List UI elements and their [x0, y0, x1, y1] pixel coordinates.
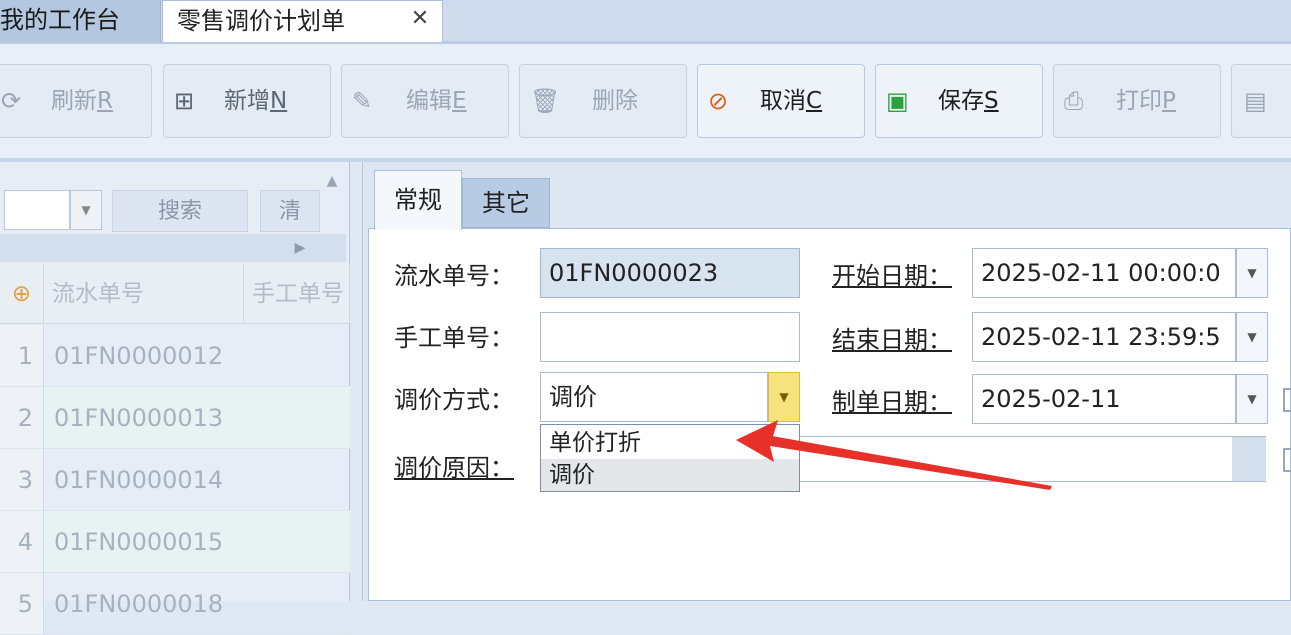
lock-icon: ⊕: [11, 281, 32, 307]
side-button-icon[interactable]: [1283, 388, 1291, 412]
add-icon: ⊞: [174, 87, 195, 115]
row-number: 3: [0, 449, 44, 511]
print-button[interactable]: ⎙ 打印P: [1053, 64, 1221, 138]
edit-label: 编辑: [406, 88, 452, 114]
adjust-reason-label[interactable]: 调价原因：: [394, 448, 514, 488]
start-date-field[interactable]: 2025-02-11 00:00:0: [972, 248, 1236, 298]
start-date-label[interactable]: 开始日期：: [832, 256, 952, 296]
save-label: 保存: [938, 88, 984, 114]
add-hotkey: N: [270, 88, 288, 114]
scroll-up-icon[interactable]: ▲: [318, 166, 346, 196]
save-button[interactable]: ▣ 保存S: [875, 64, 1043, 138]
tab-retail-price-plan-label: 零售调价计划单: [177, 7, 345, 35]
table-row[interactable]: 01FN0000014: [44, 449, 350, 511]
filter-select[interactable]: [4, 190, 70, 230]
manual-number-label: 手工单号：: [394, 324, 514, 352]
clear-button[interactable]: 清: [260, 190, 320, 232]
edit-button[interactable]: ✎ 编辑E: [341, 64, 509, 138]
cancel-button[interactable]: ⊘ 取消C: [697, 64, 865, 138]
adjust-method-label: 调价方式：: [394, 386, 514, 414]
row-number: 4: [0, 511, 44, 573]
save-icon: ▣: [886, 87, 909, 115]
refresh-label: 刷新: [51, 88, 97, 114]
delete-label: 删除: [592, 88, 638, 114]
search-button[interactable]: 搜索: [112, 190, 248, 232]
tab-general[interactable]: 常规: [374, 170, 462, 230]
row-header-corner: ⊕: [0, 264, 44, 324]
cancel-icon: ⊘: [708, 87, 729, 115]
chevron-down-icon[interactable]: ▼: [1236, 374, 1268, 424]
document-icon: ▤: [1244, 87, 1267, 115]
cancel-label: 取消: [760, 88, 806, 114]
adjust-method-select[interactable]: 调价: [540, 372, 768, 422]
column-header-manual[interactable]: 手工单号: [244, 264, 350, 324]
end-date-field[interactable]: 2025-02-11 23:59:5: [972, 312, 1236, 362]
print-hotkey: P: [1162, 88, 1176, 114]
more-button[interactable]: ▤: [1231, 64, 1291, 138]
save-hotkey: S: [984, 88, 999, 114]
delete-button[interactable]: 🗑 删除: [519, 64, 687, 138]
tab-other[interactable]: 其它: [462, 178, 550, 228]
row-number: 2: [0, 387, 44, 449]
row-number: 5: [0, 573, 44, 635]
chevron-down-icon[interactable]: ▼: [1236, 248, 1268, 298]
scroll-right-icon[interactable]: ▶: [288, 234, 312, 262]
edit-hotkey: E: [452, 88, 467, 114]
manual-number-field[interactable]: [540, 312, 800, 362]
print-icon: ⎙: [1064, 87, 1084, 115]
chevron-down-icon[interactable]: ▼: [70, 190, 102, 230]
dropdown-option-discount[interactable]: 单价打折: [541, 427, 799, 459]
add-label: 新增: [224, 88, 270, 114]
column-header-serial[interactable]: 流水单号: [44, 264, 244, 324]
created-date-label[interactable]: 制单日期：: [832, 382, 952, 422]
end-date-label[interactable]: 结束日期：: [832, 320, 952, 360]
tab-workbench[interactable]: 我的工作台: [0, 0, 161, 42]
row-number: 1: [0, 325, 44, 387]
serial-number-field: 01FN0000023: [540, 248, 800, 298]
reason-side-button[interactable]: [1232, 437, 1266, 481]
tab-workbench-label: 我的工作台: [0, 6, 120, 34]
edit-icon: ✎: [352, 87, 373, 115]
tab-retail-price-plan[interactable]: 零售调价计划单: [162, 0, 443, 42]
print-label: 打印: [1116, 88, 1162, 114]
chevron-down-icon[interactable]: ▼: [768, 372, 800, 422]
refresh-icon: ⟳: [1, 87, 22, 115]
tab-close-icon[interactable]: ✕: [405, 2, 435, 38]
side-button-icon[interactable]: [1283, 448, 1291, 472]
delete-icon: 🗑: [530, 87, 561, 115]
table-row[interactable]: 01FN0000018: [44, 573, 350, 635]
serial-number-label: 流水单号：: [394, 262, 514, 290]
refresh-button[interactable]: ⟳ 刷新R: [0, 64, 152, 138]
chevron-down-icon[interactable]: ▼: [1236, 312, 1268, 362]
cancel-hotkey: C: [806, 88, 823, 114]
table-row[interactable]: 01FN0000015: [44, 511, 350, 573]
table-row[interactable]: 01FN0000013: [44, 387, 350, 449]
dropdown-option-adjust[interactable]: 调价: [541, 459, 799, 491]
adjust-method-dropdown: 单价打折 调价: [540, 424, 800, 492]
add-button[interactable]: ⊞ 新增N: [163, 64, 331, 138]
table-row[interactable]: 01FN0000012: [44, 325, 350, 387]
refresh-hotkey: R: [97, 88, 113, 114]
created-date-field[interactable]: 2025-02-11: [972, 374, 1236, 424]
